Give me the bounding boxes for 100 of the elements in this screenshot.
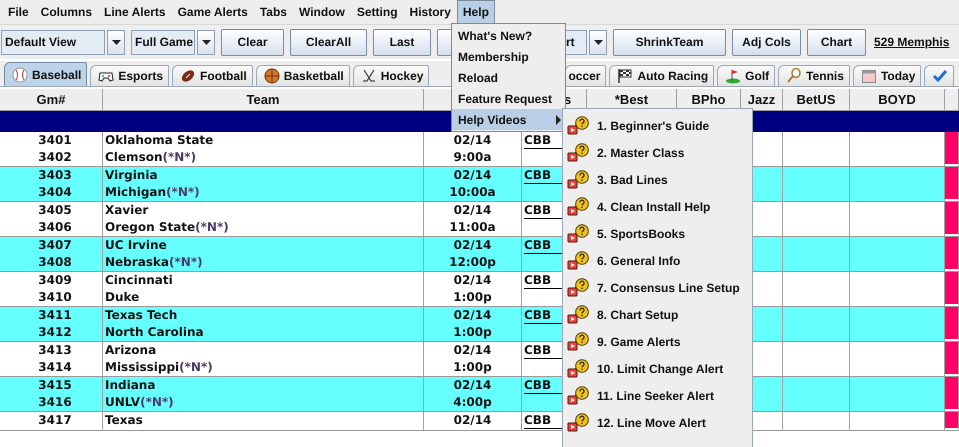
sport-tab[interactable]: Basketball bbox=[256, 65, 350, 86]
submenu-arrow-icon bbox=[556, 114, 561, 124]
team-name: Indiana bbox=[105, 377, 156, 394]
hockey-sticks-icon bbox=[360, 68, 377, 84]
team-name: Nebraska(*N*) bbox=[105, 254, 204, 271]
sport-tab[interactable]: Football bbox=[172, 65, 253, 86]
column-header[interactable]: *Best bbox=[614, 92, 648, 107]
video-help-icon bbox=[567, 143, 589, 162]
team-name: UC Irvine bbox=[105, 237, 168, 254]
game-time: 1:00p bbox=[453, 289, 492, 306]
menu-item[interactable]: Game Alerts bbox=[172, 0, 254, 24]
menu-item[interactable]: Tabs bbox=[254, 0, 293, 24]
team-name: UNLV(*N*) bbox=[105, 394, 175, 411]
menu-item[interactable]: Setting bbox=[350, 0, 404, 24]
game-time: 11:00a bbox=[449, 219, 496, 236]
game-date: 02/14 bbox=[454, 342, 492, 359]
game-number: 3407 bbox=[38, 237, 72, 254]
sport-tab[interactable]: Golf bbox=[717, 65, 776, 86]
baseball-icon bbox=[12, 66, 28, 82]
toolbar-button[interactable]: Clear bbox=[221, 28, 284, 56]
team-name: Xavier bbox=[105, 202, 150, 219]
sport-tab[interactable]: Today bbox=[852, 65, 922, 86]
game-number: 3412 bbox=[38, 324, 72, 341]
column-header[interactable]: Team bbox=[246, 92, 280, 107]
game-number: 3405 bbox=[38, 202, 72, 219]
game-number: 3409 bbox=[38, 272, 72, 289]
video-help-icon bbox=[567, 278, 589, 297]
game-number: 3404 bbox=[38, 184, 72, 201]
game-date: 02/14 bbox=[454, 307, 492, 324]
game-date: 02/14 bbox=[454, 237, 492, 254]
menu-item[interactable]: History bbox=[404, 0, 457, 24]
team-name: Mississippi(*N*) bbox=[105, 359, 214, 376]
basketball-icon bbox=[264, 68, 280, 84]
game-time: 12:00p bbox=[449, 254, 496, 271]
racket-icon bbox=[786, 68, 802, 84]
football-icon bbox=[180, 68, 196, 84]
menu-item[interactable]: Feature Request bbox=[452, 88, 565, 109]
caret-icon bbox=[202, 40, 210, 44]
menu-item[interactable]: Help bbox=[456, 0, 495, 24]
game-date: 02/14 bbox=[454, 202, 492, 219]
menu-item[interactable]: Help Videos bbox=[452, 109, 565, 130]
video-help-icon bbox=[567, 386, 589, 405]
menu-item[interactable]: Columns bbox=[34, 0, 98, 24]
column-header[interactable]: BetUS bbox=[796, 92, 836, 107]
video-help-icon bbox=[567, 413, 589, 432]
toolbar-button[interactable]: ClearAll bbox=[290, 28, 367, 56]
game-time: 9:00a bbox=[454, 149, 492, 166]
toolbar-button[interactable]: ShrinkTeam bbox=[613, 28, 726, 56]
sport-tab[interactable]: Esports bbox=[90, 65, 170, 86]
toolbar-button[interactable]: Chart bbox=[807, 28, 866, 56]
sport-tab[interactable]: Tennis bbox=[778, 65, 850, 86]
team-name: Cincinnati bbox=[105, 272, 174, 289]
game-number: 3417 bbox=[38, 412, 72, 429]
game-date: 02/14 bbox=[454, 132, 492, 149]
video-help-icon bbox=[567, 305, 589, 324]
game-number: 3403 bbox=[38, 167, 72, 184]
game-link[interactable]: 529 Memphis bbox=[874, 35, 950, 49]
game-number: 3413 bbox=[38, 342, 72, 359]
menu-item[interactable]: File bbox=[2, 0, 35, 24]
sport-tab[interactable]: occer bbox=[565, 65, 606, 86]
team-name: Virginia bbox=[105, 167, 159, 184]
toolbar-button[interactable]: Adj Cols bbox=[732, 28, 801, 56]
column-header[interactable]: BOYD bbox=[878, 92, 916, 107]
video-help-icon bbox=[567, 116, 589, 135]
game-number: 3416 bbox=[38, 394, 72, 411]
sport-tab[interactable]: Hockey bbox=[352, 65, 430, 86]
menu-item[interactable]: Reload bbox=[452, 67, 565, 88]
menu-item[interactable]: What's New? bbox=[452, 25, 565, 46]
column-header[interactable]: BPho bbox=[692, 92, 726, 107]
sport-tab[interactable] bbox=[924, 65, 954, 86]
team-name: Texas Tech bbox=[105, 307, 178, 324]
calendar-icon bbox=[860, 68, 877, 84]
sport-tab[interactable]: Baseball bbox=[4, 62, 88, 86]
menu-item[interactable]: Line Alerts bbox=[98, 0, 172, 24]
check-icon bbox=[932, 68, 948, 84]
menu-item[interactable]: Window bbox=[292, 0, 351, 24]
video-help-icon bbox=[567, 170, 589, 189]
game-number: 3406 bbox=[38, 219, 72, 236]
video-help-icon bbox=[567, 359, 589, 378]
game-number: 3402 bbox=[38, 149, 72, 166]
column-header[interactable]: Gm# bbox=[36, 92, 66, 107]
menu-item[interactable]: Membership bbox=[452, 46, 565, 67]
game-number: 3414 bbox=[38, 359, 72, 376]
game-time: 10:00a bbox=[449, 184, 496, 201]
game-time: 1:00p bbox=[453, 324, 492, 341]
column-header[interactable]: Jazz bbox=[748, 92, 776, 107]
game-number: 3401 bbox=[38, 132, 72, 149]
checkered-flag-icon bbox=[617, 68, 634, 84]
game-time: 4:00p bbox=[453, 394, 492, 411]
toolbar-button[interactable]: Last bbox=[373, 28, 431, 56]
team-name: North Carolina bbox=[105, 324, 205, 341]
team-name: Oregon State(*N*) bbox=[105, 219, 230, 236]
video-help-icon bbox=[567, 224, 589, 243]
video-help-icon bbox=[567, 251, 589, 270]
sport-tab[interactable]: Auto Racing bbox=[609, 65, 714, 86]
video-help-icon bbox=[567, 197, 589, 216]
game-number: 3411 bbox=[38, 307, 72, 324]
team-name: Texas bbox=[105, 412, 144, 429]
team-name: Clemson(*N*) bbox=[105, 149, 198, 166]
team-name: Duke bbox=[105, 289, 140, 306]
